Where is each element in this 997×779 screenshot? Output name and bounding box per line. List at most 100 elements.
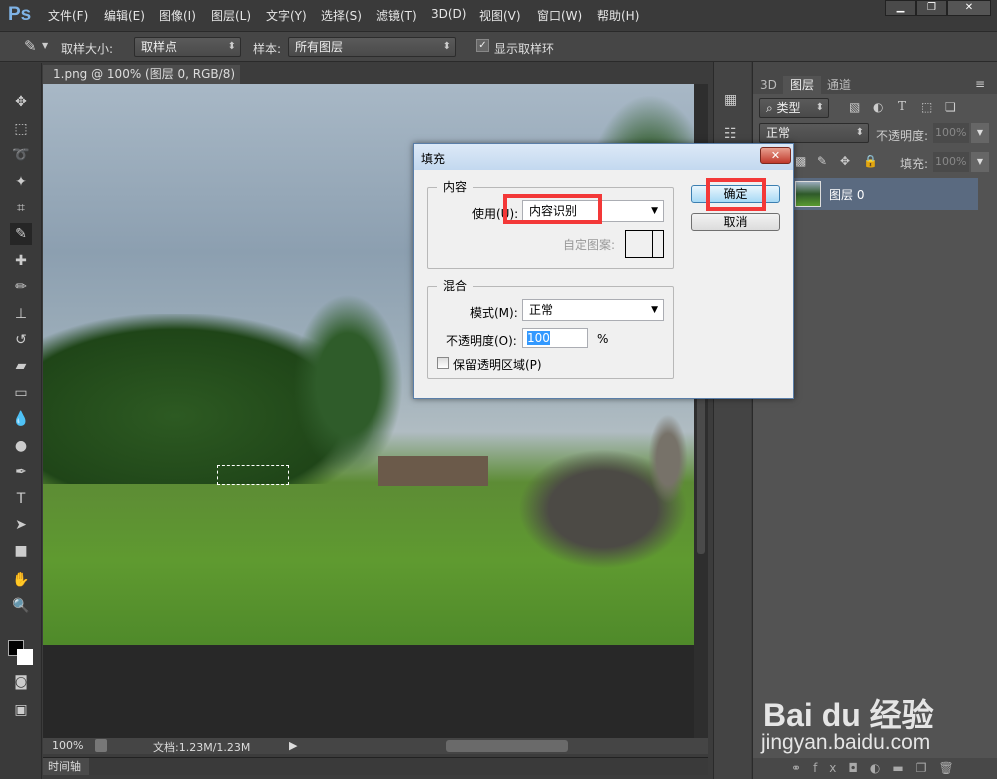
lock-paint-icon[interactable]: ✎ (817, 154, 827, 168)
fill-input[interactable]: 100% (933, 152, 969, 172)
opacity-label: 不透明度: (876, 129, 929, 143)
lock-pixels-icon[interactable]: ▩ (795, 154, 806, 168)
fx-icon[interactable]: fx (813, 761, 848, 775)
panel-menu-icon[interactable]: ≡ (975, 77, 985, 91)
filter-shape-icon[interactable]: ⬚ (921, 100, 932, 114)
filter-type-select[interactable]: ⌕ 类型 (759, 98, 829, 118)
close-button[interactable]: ✕ (947, 0, 991, 16)
menu-file[interactable]: 文件(F) (48, 7, 88, 24)
move-tool-icon[interactable]: ✥ (10, 91, 32, 113)
search-icon: ⌕ (766, 101, 777, 115)
custom-pattern-label: 自定图案: (563, 238, 616, 252)
screen-mode-icon[interactable]: ▣ (10, 699, 32, 721)
eraser-tool-icon[interactable]: ▰ (10, 355, 32, 377)
adjustment-layer-icon[interactable]: ◐ (870, 761, 892, 775)
tab-3d[interactable]: 3D (753, 76, 784, 94)
new-group-icon[interactable]: ▬ (892, 761, 915, 775)
marquee-tool-icon[interactable]: ⬚ (10, 118, 32, 140)
zoom-tool-icon[interactable]: 🔍 (10, 595, 32, 617)
menu-layer[interactable]: 图层(L) (211, 7, 251, 24)
horizontal-scroll-thumb[interactable] (446, 740, 568, 752)
pasteboard (43, 645, 694, 738)
tab-channels[interactable]: 通道 (820, 76, 858, 94)
status-arrow-icon[interactable]: ▶ (289, 739, 297, 752)
dialog-close-button[interactable]: ✕ (760, 147, 791, 164)
pen-tool-icon[interactable]: ✒ (10, 461, 32, 483)
menu-window[interactable]: 窗口(W) (537, 7, 582, 24)
type-tool-icon[interactable]: T (10, 488, 32, 510)
cancel-button[interactable]: 取消 (691, 213, 780, 231)
menu-edit[interactable]: 编辑(E) (104, 7, 145, 24)
show-ring-checkbox[interactable]: ✓ (476, 39, 489, 52)
opacity-input[interactable]: 100% (933, 123, 969, 143)
menu-select[interactable]: 选择(S) (321, 7, 362, 24)
minimize-button[interactable]: ▁ (885, 0, 916, 16)
filter-pixel-icon[interactable]: ▧ (849, 100, 860, 114)
preserve-transparency-checkbox[interactable] (437, 357, 449, 369)
fill-dropdown[interactable]: ▼ (971, 152, 989, 172)
highlight-use-box (503, 194, 602, 224)
history-brush-icon[interactable]: ↺ (10, 329, 32, 351)
menu-type[interactable]: 文字(Y) (266, 7, 307, 24)
hand-tool-icon[interactable]: ✋ (10, 569, 32, 591)
opacity-dropdown[interactable]: ▼ (971, 123, 989, 143)
mode-value: 正常 (529, 303, 554, 317)
stamp-tool-icon[interactable]: ⊥ (10, 303, 32, 325)
filter-type-icon[interactable]: T (898, 99, 906, 113)
link-layers-icon[interactable]: ⚭ (791, 761, 813, 775)
document-tab[interactable]: 1.png @ 100% (图层 0, RGB/8) × (43, 65, 240, 100)
background-color-swatch[interactable] (17, 649, 33, 665)
preserve-transparency-label: 保留透明区域(P) (453, 358, 542, 372)
sample-select[interactable]: 所有图层 (288, 37, 456, 57)
fill-dialog: 填充 ✕ 内容 使用(U): 内容识别 ▼ 自定图案: 混合 模式(M): 正常 ▼… (413, 143, 794, 399)
watermark-url: jingyan.baidu.com (761, 731, 931, 754)
chevron-down-icon: ▼ (651, 206, 658, 216)
brush-tool-icon[interactable]: ✏ (10, 276, 32, 298)
blur-tool-icon[interactable]: 💧 (10, 408, 32, 430)
delete-layer-icon[interactable]: 🗑 (938, 761, 965, 775)
shape-tool-icon[interactable]: ■ (10, 540, 32, 562)
menu-3d[interactable]: 3D(D) (431, 7, 466, 21)
add-mask-icon[interactable]: ◘ (848, 761, 870, 775)
opacity-input[interactable]: 100 (522, 328, 588, 348)
healing-tool-icon[interactable]: ✚ (10, 250, 32, 272)
eyedropper-icon[interactable]: ✎ (24, 37, 37, 55)
layer-name[interactable]: 图层 0 (829, 186, 864, 203)
swatches-panel-icon[interactable]: ▦ (724, 92, 737, 108)
eyedropper-tool-icon[interactable]: ✎ (10, 223, 32, 245)
contents-legend: 内容 (437, 178, 474, 195)
tab-layers[interactable]: 图层 (783, 76, 822, 94)
properties-panel-icon[interactable]: ☷ (724, 126, 737, 142)
filter-smart-object-icon[interactable]: ❏ (945, 100, 956, 114)
status-bar: 100% 文档:1.23M/1.23M ▶ (43, 738, 708, 754)
scroll-thumb[interactable] (697, 384, 705, 554)
timeline-tab[interactable]: 时间轴 (43, 758, 89, 775)
path-selection-icon[interactable]: ➤ (10, 514, 32, 536)
lasso-tool-icon[interactable]: ➰ (10, 144, 32, 166)
blend-mode-select[interactable]: 正常 (759, 123, 869, 143)
menu-filter[interactable]: 滤镜(T) (376, 7, 417, 24)
status-menu-icon[interactable] (95, 739, 107, 752)
new-layer-icon[interactable]: ❐ (916, 761, 939, 775)
dodge-tool-icon[interactable]: ● (10, 435, 32, 457)
quick-mask-icon[interactable]: ◙ (10, 671, 32, 693)
gradient-tool-icon[interactable]: ▭ (10, 382, 32, 404)
show-ring-label: 显示取样环 (494, 42, 555, 56)
blending-legend: 混合 (437, 277, 474, 294)
mode-select[interactable]: 正常 ▼ (522, 299, 664, 321)
selection-marquee[interactable] (217, 465, 289, 485)
menu-view[interactable]: 视图(V) (479, 7, 521, 24)
crop-tool-icon[interactable]: ⌗ (10, 197, 32, 219)
restore-button[interactable]: ❐ (916, 0, 947, 16)
lock-all-icon[interactable]: 🔒 (863, 154, 878, 168)
magic-wand-tool-icon[interactable]: ✦ (10, 171, 32, 193)
sample-size-select[interactable]: 取样点 (134, 37, 241, 57)
filter-adjustment-icon[interactable]: ◐ (873, 100, 883, 114)
menu-help[interactable]: 帮助(H) (597, 7, 639, 24)
menu-image[interactable]: 图像(I) (159, 7, 196, 24)
custom-pattern-picker[interactable] (625, 230, 664, 258)
stone-statue (648, 414, 688, 504)
lock-position-icon[interactable]: ✥ (840, 154, 850, 168)
zoom-level[interactable]: 100% (52, 739, 83, 752)
tool-preset-dropdown[interactable]: ▼ (42, 41, 48, 50)
